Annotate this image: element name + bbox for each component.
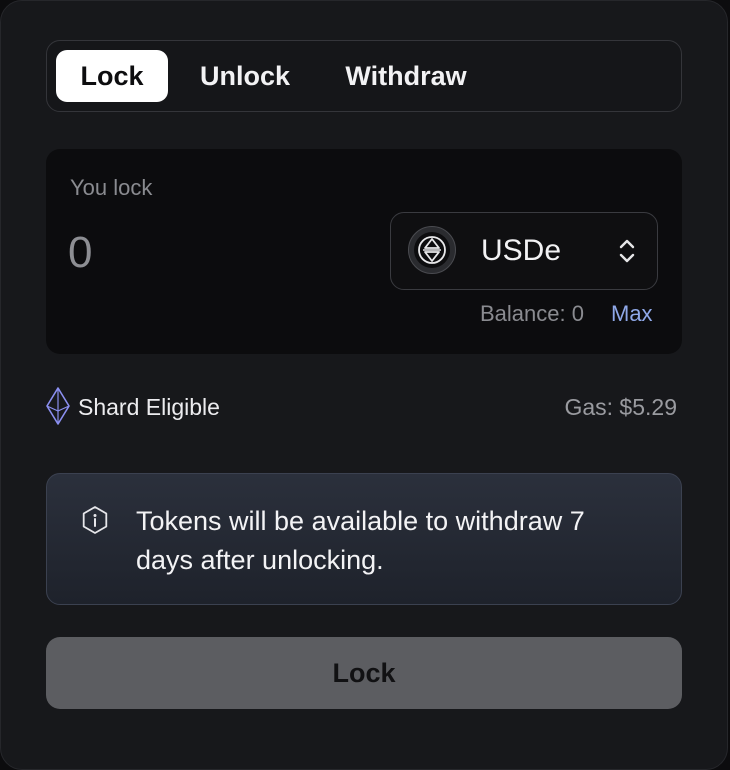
usde-token-icon bbox=[408, 226, 456, 274]
token-selector[interactable]: USDe bbox=[390, 212, 658, 290]
you-lock-label: You lock bbox=[70, 175, 153, 200]
balance-text: Balance: 0 bbox=[480, 301, 584, 326]
tab-bar: Lock Unlock Withdraw bbox=[46, 40, 682, 112]
gas-fee: Gas: $5.29 bbox=[564, 394, 677, 420]
info-text: Tokens will be available to withdraw 7 d… bbox=[136, 506, 585, 575]
shard-icon bbox=[46, 387, 70, 425]
lock-button[interactable]: Lock bbox=[46, 637, 682, 709]
tab-unlock[interactable]: Unlock bbox=[187, 50, 303, 102]
info-banner: Tokens will be available to withdraw 7 d… bbox=[46, 473, 682, 605]
shard-eligible-label: Shard Eligible bbox=[78, 394, 220, 420]
max-button[interactable]: Max bbox=[611, 301, 653, 327]
token-name: USDe bbox=[481, 234, 562, 267]
tab-withdraw[interactable]: Withdraw bbox=[329, 50, 483, 102]
lock-panel: Lock Unlock Withdraw You lock USDe Balan… bbox=[0, 0, 728, 770]
amount-input[interactable] bbox=[68, 227, 348, 279]
info-icon bbox=[82, 506, 108, 534]
chevron-up-down-icon bbox=[619, 239, 635, 263]
tab-lock[interactable]: Lock bbox=[56, 50, 168, 102]
lock-amount-card: You lock USDe Balance: 0 Max bbox=[46, 149, 682, 354]
